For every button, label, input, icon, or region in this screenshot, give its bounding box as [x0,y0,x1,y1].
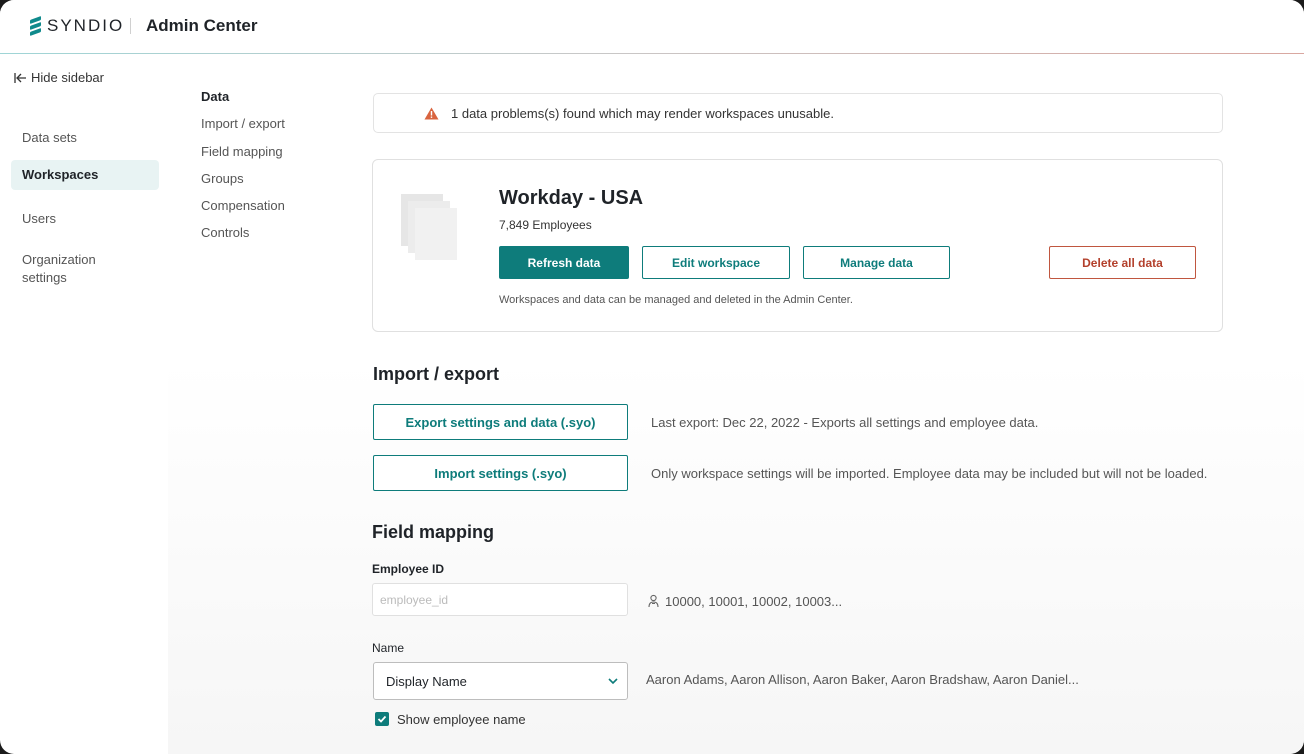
employee-id-label: Employee ID [372,562,445,576]
warning-triangle-icon [424,107,439,119]
header-divider [130,18,131,34]
name-select-value: Display Name [386,673,467,689]
subnav-item-compensation[interactable]: Compensation [201,198,285,213]
sidebar-item-label: Organization settings [22,252,96,285]
sidebar-item-label: Data sets [22,130,77,145]
subnav-item-groups[interactable]: Groups [201,171,244,186]
sidebar-item-organization-settings[interactable]: Organization settings [11,245,131,293]
manage-data-button[interactable]: Manage data [803,246,950,279]
name-select[interactable]: Display Name [373,662,628,700]
app-window: SYNDIO Admin Center Hide sidebar Data se… [0,0,1304,754]
delete-all-data-button[interactable]: Delete all data [1049,246,1196,279]
import-description: Only workspace settings will be imported… [651,466,1208,481]
top-bar: SYNDIO Admin Center [0,0,1304,54]
checkmark-icon [377,715,387,723]
app-title: Admin Center [146,16,258,35]
workspace-note: Workspaces and data can be managed and d… [499,294,853,306]
workspace-document-icon [401,194,461,264]
sidebar-item-label: Users [22,211,56,226]
hide-sidebar-button[interactable]: Hide sidebar [13,70,104,85]
subnav-item-field-mapping[interactable]: Field mapping [201,144,283,159]
person-key-icon [648,594,659,608]
workspace-card: Workday - USA 7,849 Employees Refresh da… [372,159,1223,332]
name-label: Name [372,641,405,655]
employee-id-placeholder: employee_id [380,592,449,607]
header-gradient-line [0,53,1304,54]
subnav-item-import-export[interactable]: Import / export [201,116,285,131]
sidebar-item-workspaces[interactable]: Workspaces [11,160,159,190]
field-mapping-heading: Field mapping [372,522,495,542]
export-description: Last export: Dec 22, 2022 - Exports all … [651,415,1039,430]
employee-id-sample: 10000, 10001, 10002, 10003... [665,594,843,609]
hide-sidebar-label: Hide sidebar [31,70,104,85]
sidebar-item-label: Workspaces [22,167,99,182]
subnav-title: Data [201,89,230,104]
show-employee-name-label: Show employee name [397,712,526,727]
workspace-title: Workday - USA [499,187,644,209]
brand-name: SYNDIO [47,16,125,35]
subnav-item-controls[interactable]: Controls [201,225,249,240]
edit-workspace-button[interactable]: Edit workspace [642,246,790,279]
show-employee-name-checkbox[interactable] [375,712,389,726]
syndio-logo[interactable]: SYNDIO [30,15,125,37]
data-problem-alert: 1 data problems(s) found which may rende… [373,93,1223,133]
collapse-left-icon [14,72,26,83]
employee-count: 7,849 Employees [499,218,592,232]
alert-text: 1 data problems(s) found which may rende… [451,105,834,121]
import-settings-button[interactable]: Import settings (.syo) [373,455,628,491]
sidebar-item-data-sets[interactable]: Data sets [11,123,159,153]
import-export-heading: Import / export [373,364,500,384]
employee-id-input[interactable]: employee_id [372,583,628,616]
export-settings-button[interactable]: Export settings and data (.syo) [373,404,628,440]
syndio-logo-icon [30,15,41,37]
refresh-data-button[interactable]: Refresh data [499,246,629,279]
chevron-down-icon [608,678,618,685]
sidebar-item-users[interactable]: Users [11,204,159,234]
name-sample: Aaron Adams, Aaron Allison, Aaron Baker,… [646,672,1079,687]
